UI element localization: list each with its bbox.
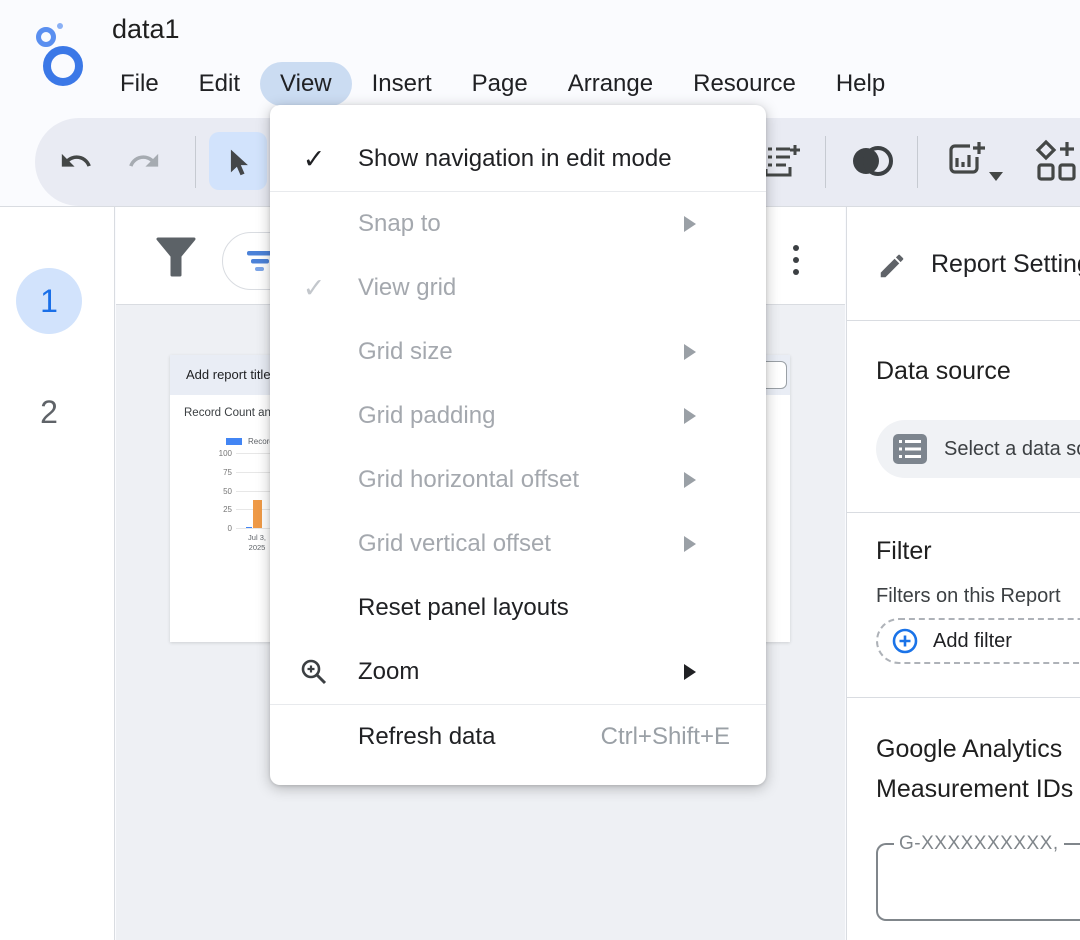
ga-heading-line2: Measurement IDs	[876, 775, 1073, 804]
toolbar-divider	[195, 136, 196, 188]
menu-insert[interactable]: Insert	[352, 62, 452, 106]
add-data-icon	[762, 141, 802, 181]
undo-button[interactable]	[47, 132, 105, 190]
menubar: File Edit View Insert Page Arrange Resou…	[100, 62, 905, 106]
undo-icon	[59, 144, 93, 178]
y-axis-tick: 100	[202, 449, 232, 458]
data-source-heading: Data source	[876, 357, 1011, 386]
page-item-2[interactable]: 2	[16, 379, 82, 445]
looker-studio-logo-icon	[30, 22, 88, 88]
menu-item-reset-panel-layouts[interactable]: Reset panel layouts	[270, 576, 766, 640]
legend-swatch-record-count	[226, 438, 242, 445]
add-circle-icon	[891, 627, 919, 655]
divider	[847, 512, 1080, 513]
pencil-icon	[877, 251, 907, 281]
y-axis-tick: 0	[202, 524, 232, 533]
menu-item-grid-padding[interactable]: Grid padding	[270, 384, 766, 448]
menu-item-snap-to[interactable]: Snap to	[270, 192, 766, 256]
page-navigation: 1 2	[0, 207, 115, 940]
menu-page[interactable]: Page	[452, 62, 548, 106]
menu-view[interactable]: View	[260, 62, 352, 106]
check-icon: ✓	[303, 273, 326, 304]
page-item-1[interactable]: 1	[16, 268, 82, 334]
toolbar-divider	[825, 136, 826, 188]
menu-item-zoom[interactable]: Zoom	[270, 640, 766, 704]
looker-studio-window: data1 File Edit View Insert Page Arrange…	[0, 0, 1080, 940]
y-axis-tick: 50	[202, 487, 232, 496]
cursor-icon	[221, 144, 255, 178]
menu-edit[interactable]: Edit	[179, 62, 260, 106]
divider	[847, 320, 1080, 321]
zoom-in-icon	[299, 657, 329, 687]
panel-title: Report Settings	[931, 250, 1080, 279]
filter-funnel-icon[interactable]	[154, 235, 198, 281]
blend-data-button[interactable]	[843, 132, 901, 190]
menu-shortcut: Ctrl+Shift+E	[601, 723, 730, 751]
submenu-arrow-icon	[684, 664, 696, 680]
select-data-source-button[interactable]: Select a data source	[876, 420, 1080, 478]
data-table-icon	[892, 433, 928, 465]
report-settings-panel: Report Settings Data source Select a dat…	[846, 207, 1080, 940]
add-chart-icon	[944, 139, 988, 183]
view-dropdown-menu: ✓ Show navigation in edit mode Snap to ✓…	[270, 105, 766, 785]
select-tool-button[interactable]	[209, 132, 267, 190]
submenu-arrow-icon	[684, 408, 696, 424]
filters-on-report-label: Filters on this Report	[876, 585, 1061, 608]
menu-resource[interactable]: Resource	[673, 62, 816, 106]
redo-button[interactable]	[115, 132, 173, 190]
redo-icon	[127, 144, 161, 178]
select-data-source-label: Select a data source	[944, 438, 1080, 461]
menu-file[interactable]: File	[100, 62, 179, 106]
ga-heading-line1: Google Analytics	[876, 735, 1062, 764]
blend-data-icon	[848, 143, 896, 179]
menu-arrange[interactable]: Arrange	[548, 62, 673, 106]
menu-item-grid-size[interactable]: Grid size	[270, 320, 766, 384]
y-axis-tick: 75	[202, 468, 232, 477]
menu-item-grid-horizontal-offset[interactable]: Grid horizontal offset	[270, 448, 766, 512]
submenu-arrow-icon	[684, 216, 696, 232]
bar-Record Count	[246, 527, 252, 529]
add-control-button[interactable]	[1025, 132, 1080, 190]
submenu-arrow-icon	[684, 536, 696, 552]
bar-series1	[253, 500, 262, 528]
menu-help[interactable]: Help	[816, 62, 905, 106]
filter-heading: Filter	[876, 537, 932, 566]
add-chart-button[interactable]	[937, 132, 1011, 190]
menu-item-grid-vertical-offset[interactable]: Grid vertical offset	[270, 512, 766, 576]
more-options-button[interactable]	[784, 239, 808, 283]
ga-measurement-id-input[interactable]: G-XXXXXXXXXX,	[876, 843, 1080, 921]
submenu-arrow-icon	[684, 344, 696, 360]
menu-item-view-grid[interactable]: ✓ View grid	[270, 256, 766, 320]
submenu-arrow-icon	[684, 472, 696, 488]
divider	[847, 697, 1080, 698]
menu-item-refresh-data[interactable]: Refresh data Ctrl+Shift+E	[270, 705, 766, 769]
ga-input-floating-label: G-XXXXXXXXXX,	[894, 833, 1064, 855]
chevron-down-icon	[989, 172, 1003, 181]
check-icon: ✓	[303, 144, 326, 175]
add-control-icon	[1033, 138, 1079, 184]
menu-item-show-navigation[interactable]: ✓ Show navigation in edit mode	[270, 127, 766, 191]
toolbar-divider	[917, 136, 918, 188]
y-axis-tick: 25	[202, 505, 232, 514]
add-filter-button[interactable]: Add filter	[876, 618, 1080, 664]
report-title[interactable]: data1	[112, 14, 180, 45]
add-filter-label: Add filter	[933, 630, 1012, 653]
